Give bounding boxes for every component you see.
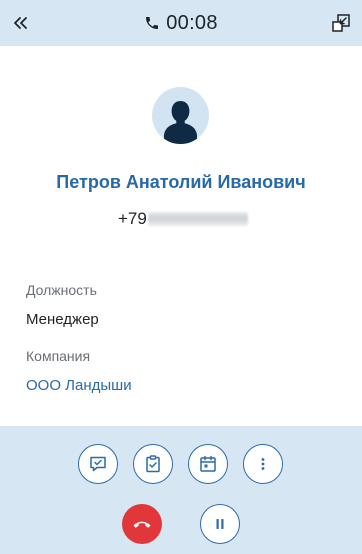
- meeting-button[interactable]: [188, 444, 228, 484]
- minimize-window-icon: [332, 14, 350, 32]
- avatar: [152, 87, 209, 144]
- vertical-dots-icon: [261, 458, 265, 470]
- more-actions-button[interactable]: [243, 444, 283, 484]
- contact-phone[interactable]: +79: [118, 207, 248, 231]
- call-actions-panel: [0, 426, 362, 554]
- company-label: Компания: [26, 348, 91, 364]
- minimize-window-button[interactable]: [330, 12, 352, 34]
- phone-number-blurred: [147, 212, 248, 226]
- hold-button[interactable]: [200, 504, 240, 544]
- pause-icon: [216, 519, 224, 529]
- phone-icon: [146, 17, 159, 29]
- chat-bubble-icon: [90, 456, 106, 472]
- clipboard-check-icon: [146, 455, 160, 473]
- call-duration: 00:08: [166, 11, 218, 34]
- contact-name[interactable]: Петров Анатолий Иванович: [0, 172, 362, 193]
- phone-number-visible: +79: [118, 209, 147, 228]
- company-link[interactable]: ООО Ландыши: [26, 377, 132, 394]
- comment-button[interactable]: [78, 444, 118, 484]
- hang-up-phone-icon: [133, 521, 151, 528]
- person-silhouette-icon: [164, 101, 197, 144]
- position-label: Должность: [26, 282, 97, 298]
- task-button[interactable]: [133, 444, 173, 484]
- call-timer: 00:08: [0, 10, 362, 36]
- position-value: Менеджер: [26, 311, 99, 328]
- calendar-icon: [200, 455, 216, 472]
- hang-up-button[interactable]: [122, 504, 162, 544]
